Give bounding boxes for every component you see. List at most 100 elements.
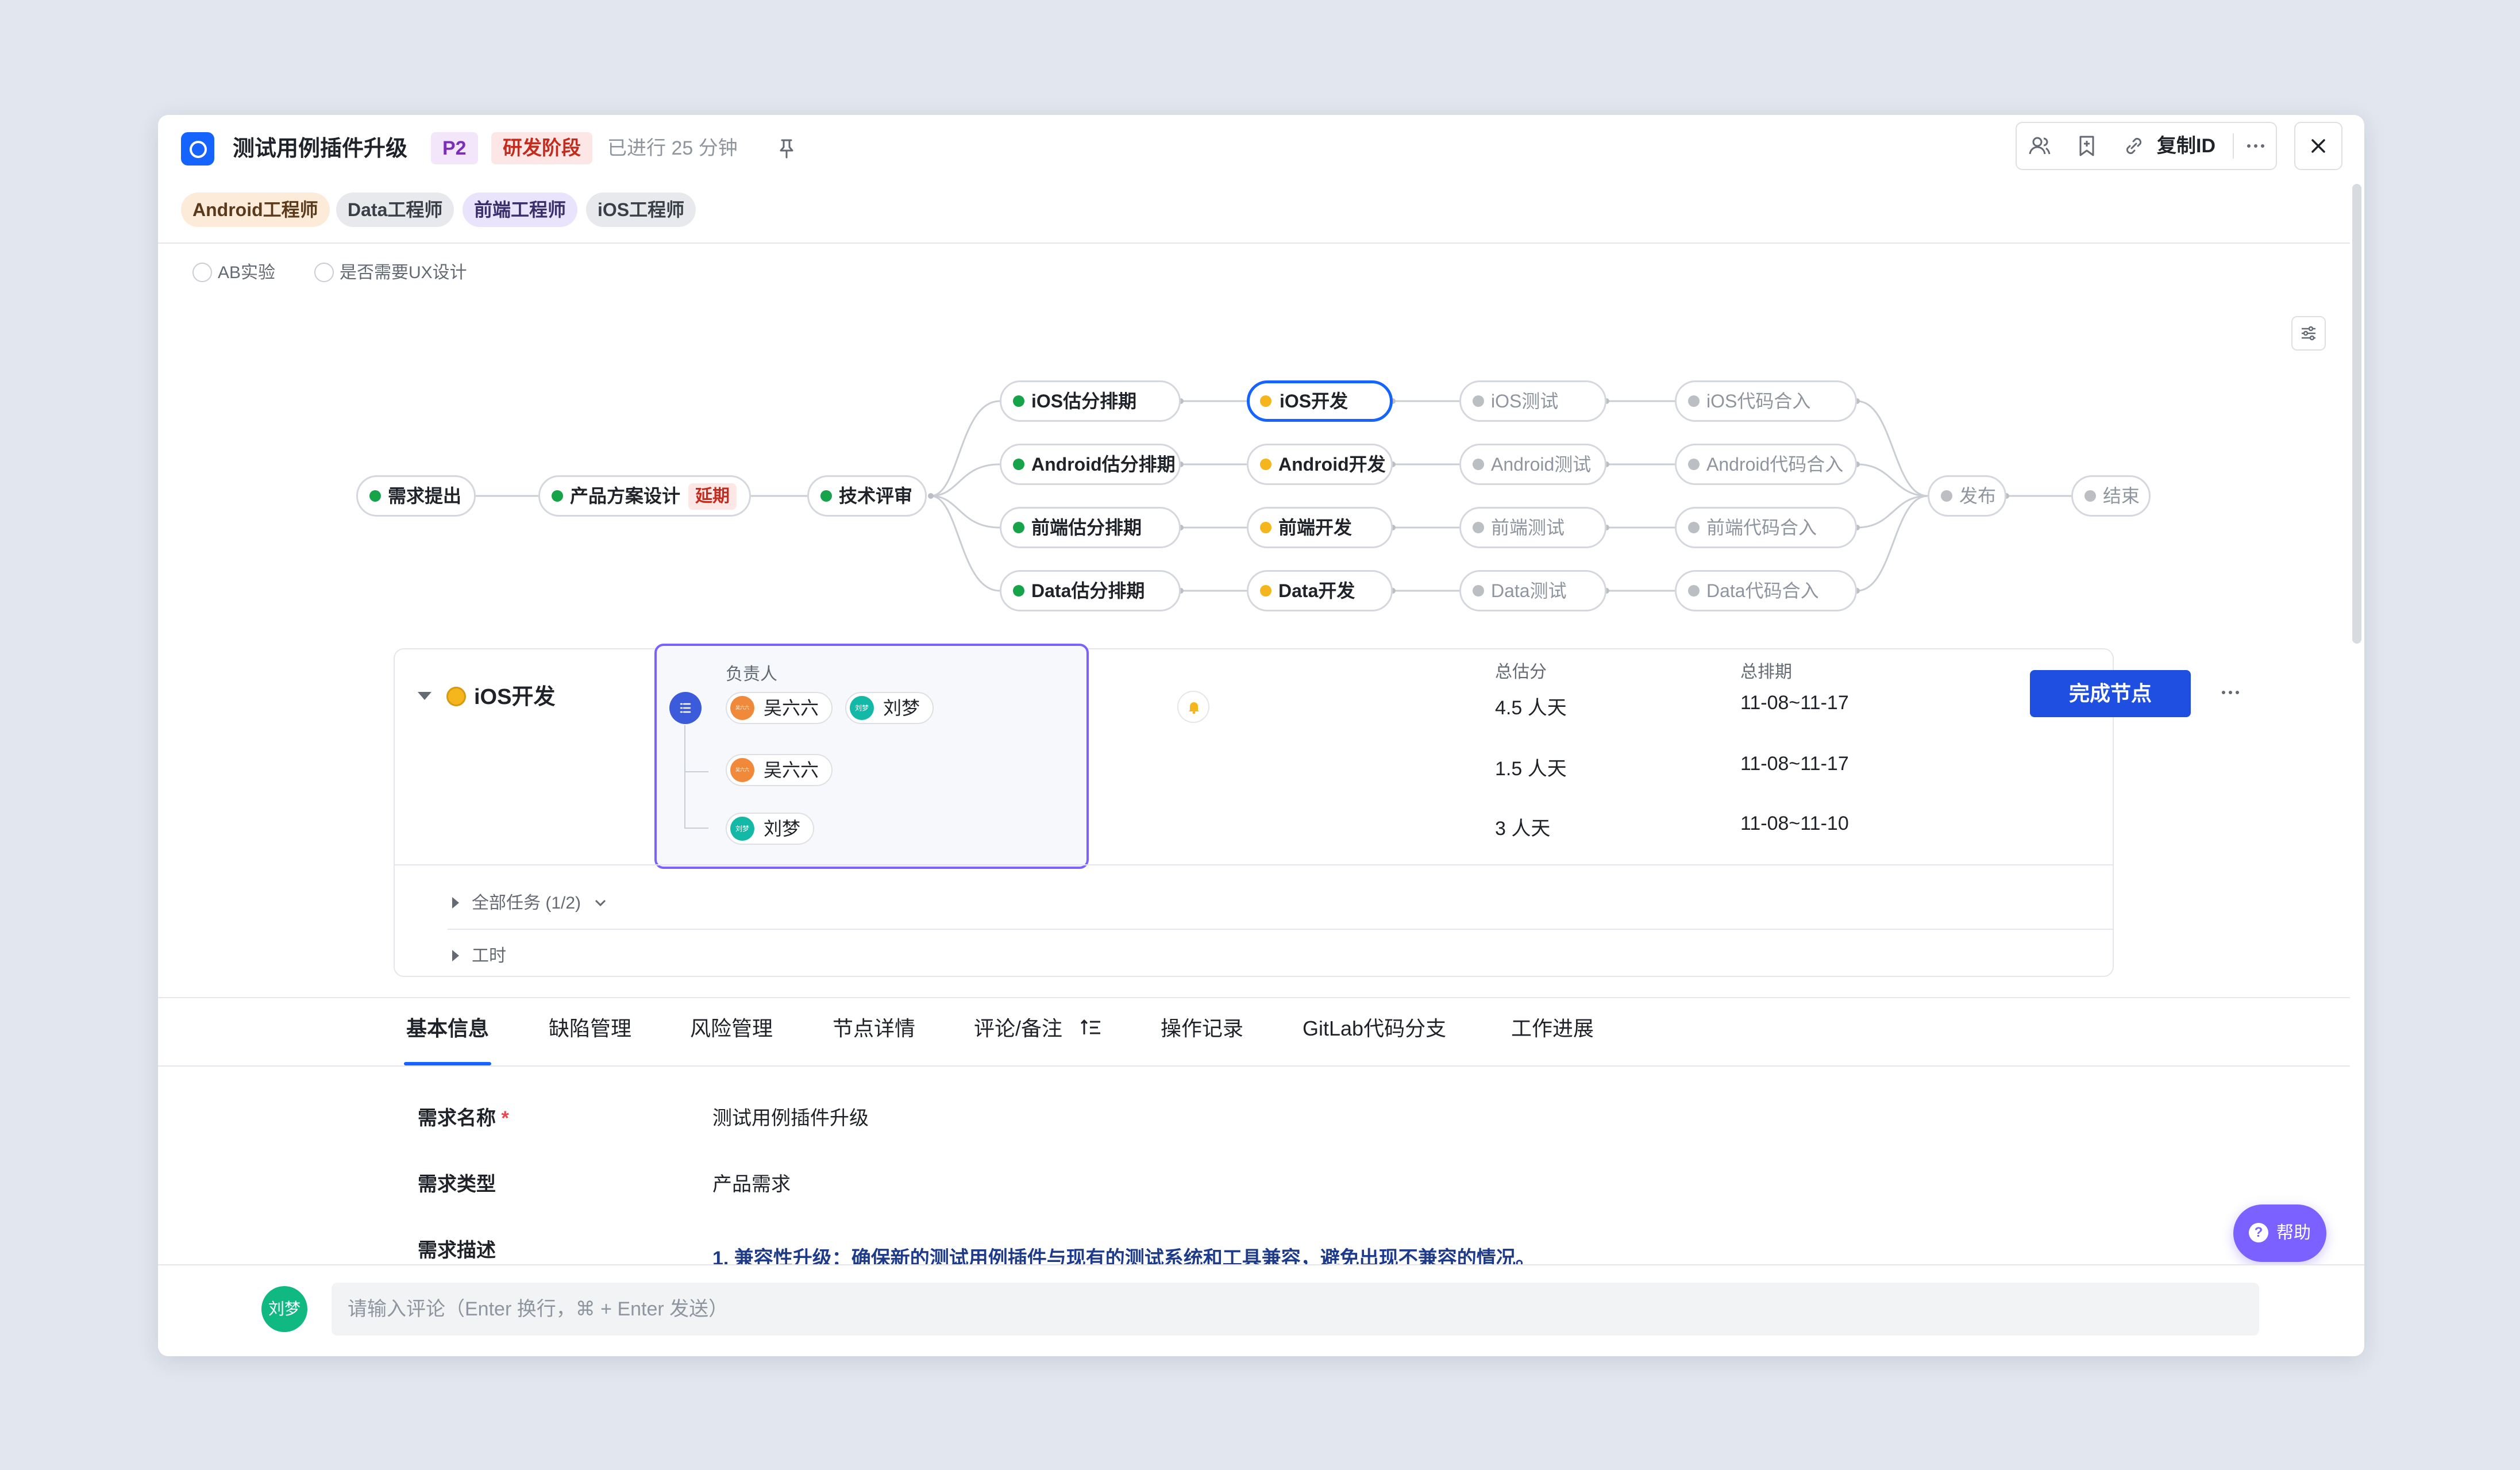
flow-settings-button[interactable] <box>2291 316 2326 351</box>
role-tag[interactable]: Data工程师 <box>336 193 454 227</box>
tab-work-progress[interactable]: 工作进展 <box>1511 997 1594 1066</box>
flow-node-develop-android[interactable]: Android开发 <box>1247 444 1393 485</box>
ux-design-option[interactable]: 是否需要UX设计 <box>314 261 467 284</box>
app-logo-icon <box>181 132 214 166</box>
flow-node-end[interactable]: 结束 <box>2071 475 2151 517</box>
node-label: Data估分排期 <box>1031 580 1145 601</box>
flow-node-test-frontend[interactable]: 前端测试 <box>1459 507 1606 548</box>
tab-operation-log[interactable]: 操作记录 <box>1161 997 1243 1066</box>
flow-node-test-data[interactable]: Data测试 <box>1459 570 1606 611</box>
sort-icon[interactable] <box>1080 1017 1103 1038</box>
more-icon <box>2247 144 2264 148</box>
flow-node-estimate-frontend[interactable]: 前端估分排期 <box>1000 507 1181 548</box>
tab-defects[interactable]: 缺陷管理 <box>549 997 631 1066</box>
flow-node-develop-ios[interactable]: iOS开发 <box>1247 380 1393 422</box>
task-tree-icon[interactable] <box>669 692 702 724</box>
schedule-value: 11-08~11-10 <box>1740 813 1849 834</box>
members-button[interactable] <box>2017 123 2063 169</box>
owner-name: 刘梦 <box>883 698 920 718</box>
flow-node-test-android[interactable]: Android测试 <box>1459 444 1606 485</box>
role-tag[interactable]: Android工程师 <box>181 193 330 227</box>
flow-node-develop-data[interactable]: Data开发 <box>1247 570 1393 611</box>
tab-node-details[interactable]: 节点详情 <box>833 997 915 1066</box>
comment-bar: 刘梦 <box>158 1264 2364 1356</box>
divider <box>158 243 2350 244</box>
ux-design-radio[interactable] <box>314 263 334 283</box>
expand-caret-icon <box>452 950 459 962</box>
node-detail-title[interactable]: iOS开发 <box>418 684 555 710</box>
flow-node-start[interactable]: 需求提出 <box>356 475 476 517</box>
flow-node-design[interactable]: 产品方案设计 延期 <box>538 475 752 517</box>
chevron-down-icon <box>595 900 606 907</box>
node-label: iOS代码合入 <box>1706 391 1811 411</box>
status-dot <box>1260 522 1271 533</box>
status-dot <box>1688 522 1700 533</box>
status-dot <box>1013 522 1024 533</box>
pin-icon[interactable] <box>774 136 799 161</box>
node-label: 前端开发 <box>1278 517 1353 538</box>
reminder-bell-button[interactable] <box>1177 691 1209 723</box>
more-icon <box>2222 691 2239 694</box>
complete-node-button[interactable]: 完成节点 <box>2030 670 2191 717</box>
help-button[interactable]: ? 帮助 <box>2233 1205 2326 1262</box>
estimate-value: 4.5 人天 <box>1495 697 1567 719</box>
flow-node-merge-ios[interactable]: iOS代码合入 <box>1675 380 1857 422</box>
requirement-name-value[interactable]: 测试用例插件升级 <box>712 1102 869 1130</box>
comment-input[interactable] <box>332 1283 2259 1336</box>
flow-node-merge-android[interactable]: Android代码合入 <box>1675 444 1857 485</box>
flow-node-review[interactable]: 技术评审 <box>807 475 927 517</box>
flow-node-release[interactable]: 发布 <box>1928 475 2006 517</box>
divider <box>448 929 2114 930</box>
stage-badge[interactable]: 研发阶段 <box>491 132 592 164</box>
node-label: 需求提出 <box>388 486 462 506</box>
ab-test-option[interactable]: AB实验 <box>192 261 275 284</box>
node-label: 前端估分排期 <box>1031 517 1142 538</box>
flow-node-estimate-data[interactable]: Data估分排期 <box>1000 570 1181 611</box>
bookmark-button[interactable] <box>2064 123 2110 169</box>
owner-chip[interactable]: 吴六六 吴六六 <box>726 754 833 786</box>
node-detail-panel: iOS开发 负责人 吴六六 吴六六 刘梦 刘梦 吴六六 吴六六 刘梦 刘梦 总估分 总排… <box>394 644 2239 977</box>
node-more-button[interactable] <box>2213 684 2248 701</box>
status-dot <box>1013 459 1024 470</box>
status-dot <box>1688 459 1700 470</box>
ux-design-label: 是否需要UX设计 <box>340 263 467 282</box>
flow-node-estimate-android[interactable]: Android估分排期 <box>1000 444 1181 485</box>
tab-comments[interactable]: 评论/备注 <box>974 997 1103 1066</box>
tab-basic-info[interactable]: 基本信息 <box>406 997 489 1066</box>
schedule-column-header: 总排期 <box>1740 663 1792 682</box>
copy-id-button[interactable]: 复制ID <box>2111 123 2243 169</box>
role-tag[interactable]: 前端工程师 <box>463 193 578 227</box>
members-icon <box>2029 137 2051 155</box>
tab-risks[interactable]: 风险管理 <box>690 997 773 1066</box>
requirement-type-value[interactable]: 产品需求 <box>712 1168 791 1196</box>
all-tasks-toggle[interactable]: 全部任务 (1/2) <box>452 892 608 915</box>
estimate-column-header: 总估分 <box>1495 663 1547 682</box>
flow-node-develop-frontend[interactable]: 前端开发 <box>1247 507 1393 548</box>
flow-node-test-ios[interactable]: iOS测试 <box>1459 380 1606 422</box>
help-label: 帮助 <box>2276 1223 2311 1242</box>
close-button[interactable] <box>2294 122 2342 170</box>
status-dot <box>1013 585 1024 597</box>
owner-chip[interactable]: 刘梦 刘梦 <box>845 692 934 724</box>
more-button[interactable] <box>2234 123 2277 169</box>
owner-chip[interactable]: 吴六六 吴六六 <box>726 692 833 724</box>
collapse-caret-icon[interactable] <box>418 691 431 700</box>
settings-sliders-icon <box>2302 326 2315 341</box>
tab-gitlab-branches[interactable]: GitLab代码分支 <box>1303 997 1446 1066</box>
node-label: 结束 <box>2103 486 2140 506</box>
node-label: 发布 <box>1959 486 1997 506</box>
priority-badge[interactable]: P2 <box>431 132 478 164</box>
scrollbar-thumb[interactable] <box>2352 184 2361 644</box>
flow-node-merge-data[interactable]: Data代码合入 <box>1675 570 1857 611</box>
flow-node-estimate-ios[interactable]: iOS估分排期 <box>1000 380 1181 422</box>
role-tag[interactable]: iOS工程师 <box>586 193 696 227</box>
status-dot <box>552 490 563 502</box>
owner-chip[interactable]: 刘梦 刘梦 <box>726 813 815 845</box>
ab-test-label: AB实验 <box>218 263 276 282</box>
status-dot <box>446 686 466 706</box>
all-tasks-label: 全部任务 (1/2) <box>472 894 581 913</box>
ab-test-radio[interactable] <box>192 263 212 283</box>
work-hours-toggle[interactable]: 工时 <box>452 945 506 968</box>
flow-node-merge-frontend[interactable]: 前端代码合入 <box>1675 507 1857 548</box>
help-icon: ? <box>2249 1223 2268 1243</box>
